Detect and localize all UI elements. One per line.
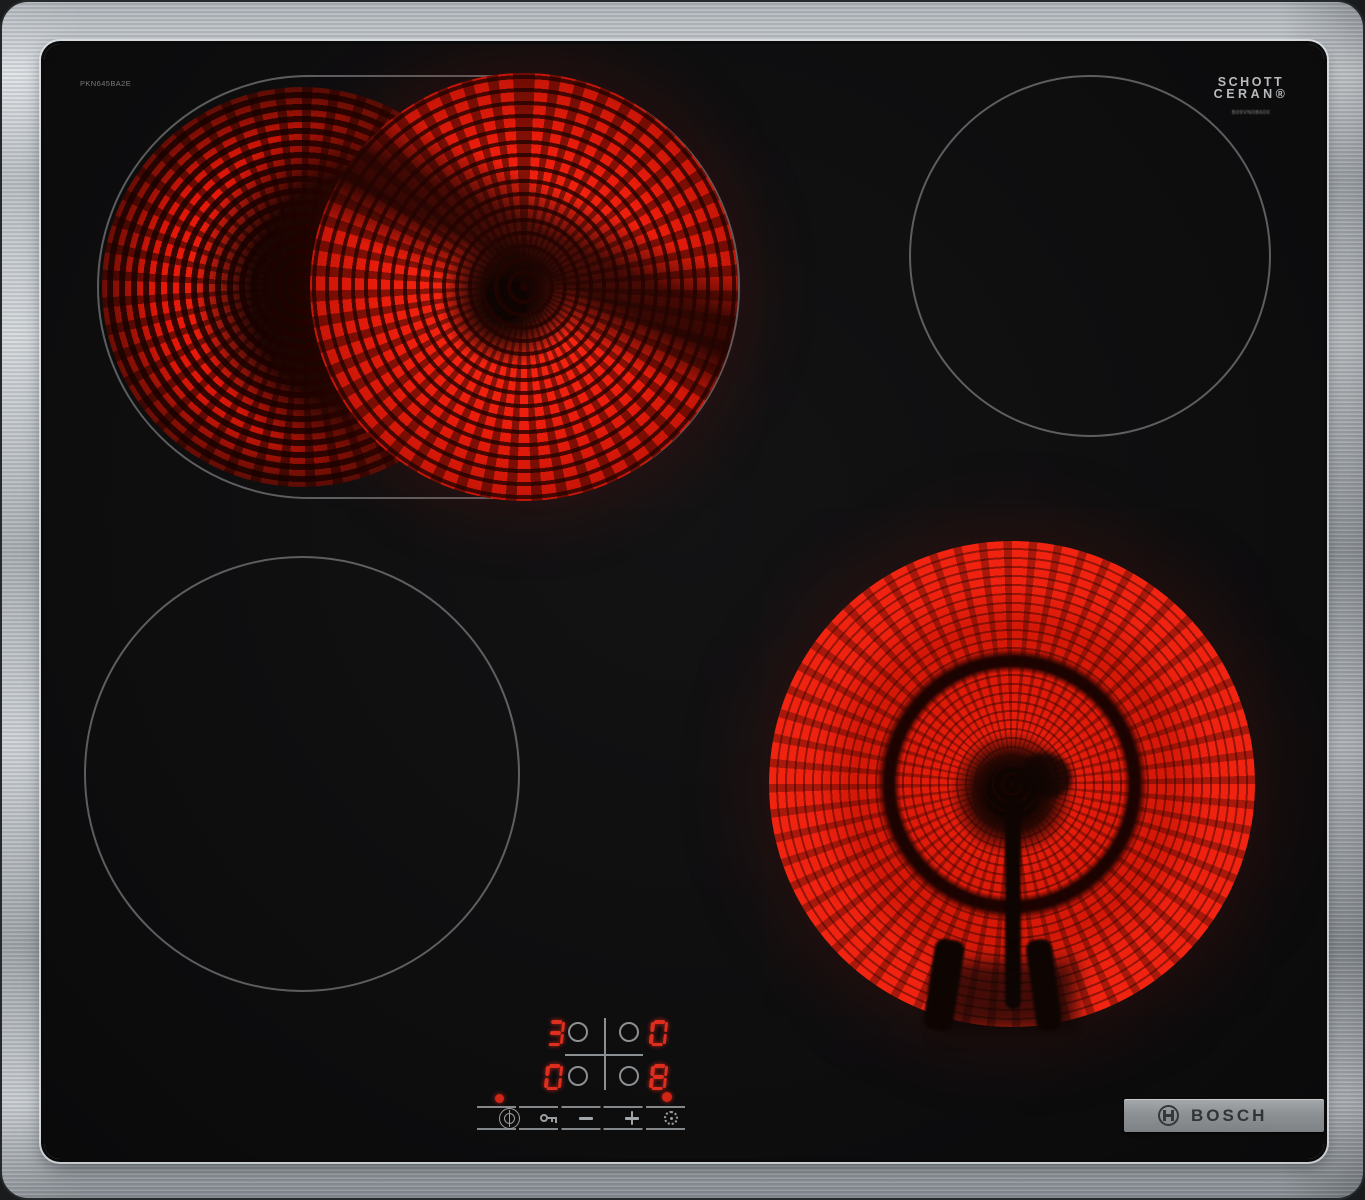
zone-indicator-front-left bbox=[568, 1066, 588, 1086]
heating-coil-back-left-main bbox=[310, 73, 738, 501]
display-divider-horizontal bbox=[565, 1054, 643, 1056]
minus-icon bbox=[579, 1117, 593, 1120]
model-label: PKN645BA2E bbox=[80, 79, 131, 88]
sensor-shadow bbox=[1014, 744, 1079, 805]
display-back-right-digit bbox=[649, 1020, 669, 1046]
timer-indicator-dot bbox=[662, 1092, 672, 1102]
schott-logo-code: B09VN0B600 bbox=[1208, 107, 1294, 119]
power-indicator-dot bbox=[495, 1094, 504, 1103]
zone-indicator-back-right bbox=[619, 1022, 639, 1042]
display-back-left-digit bbox=[546, 1020, 566, 1046]
display-front-right-digit bbox=[649, 1064, 669, 1090]
zone-indicator-front-right bbox=[619, 1066, 639, 1086]
bosch-badge: BOSCH bbox=[1124, 1099, 1324, 1132]
schott-ceran-logo: SCHOTT CERAN® B09VN0B600 bbox=[1208, 76, 1294, 119]
bosch-logo-icon bbox=[1158, 1105, 1179, 1126]
zone-back-right-outline bbox=[909, 75, 1271, 437]
glass-surface: PKN645BA2E SCHOTT CERAN® B09VN0B600 bbox=[44, 44, 1324, 1159]
zone-front-right-glow bbox=[769, 541, 1255, 1027]
display-front-left-digit bbox=[544, 1064, 564, 1090]
zone-front-left-outline bbox=[84, 556, 520, 992]
bosch-wordmark: BOSCH bbox=[1191, 1106, 1267, 1126]
cooktop-frame: PKN645BA2E SCHOTT CERAN® B09VN0B600 bbox=[0, 0, 1365, 1200]
zone-indicator-back-left bbox=[568, 1022, 588, 1042]
schott-logo-line2: CERAN® bbox=[1214, 87, 1289, 101]
